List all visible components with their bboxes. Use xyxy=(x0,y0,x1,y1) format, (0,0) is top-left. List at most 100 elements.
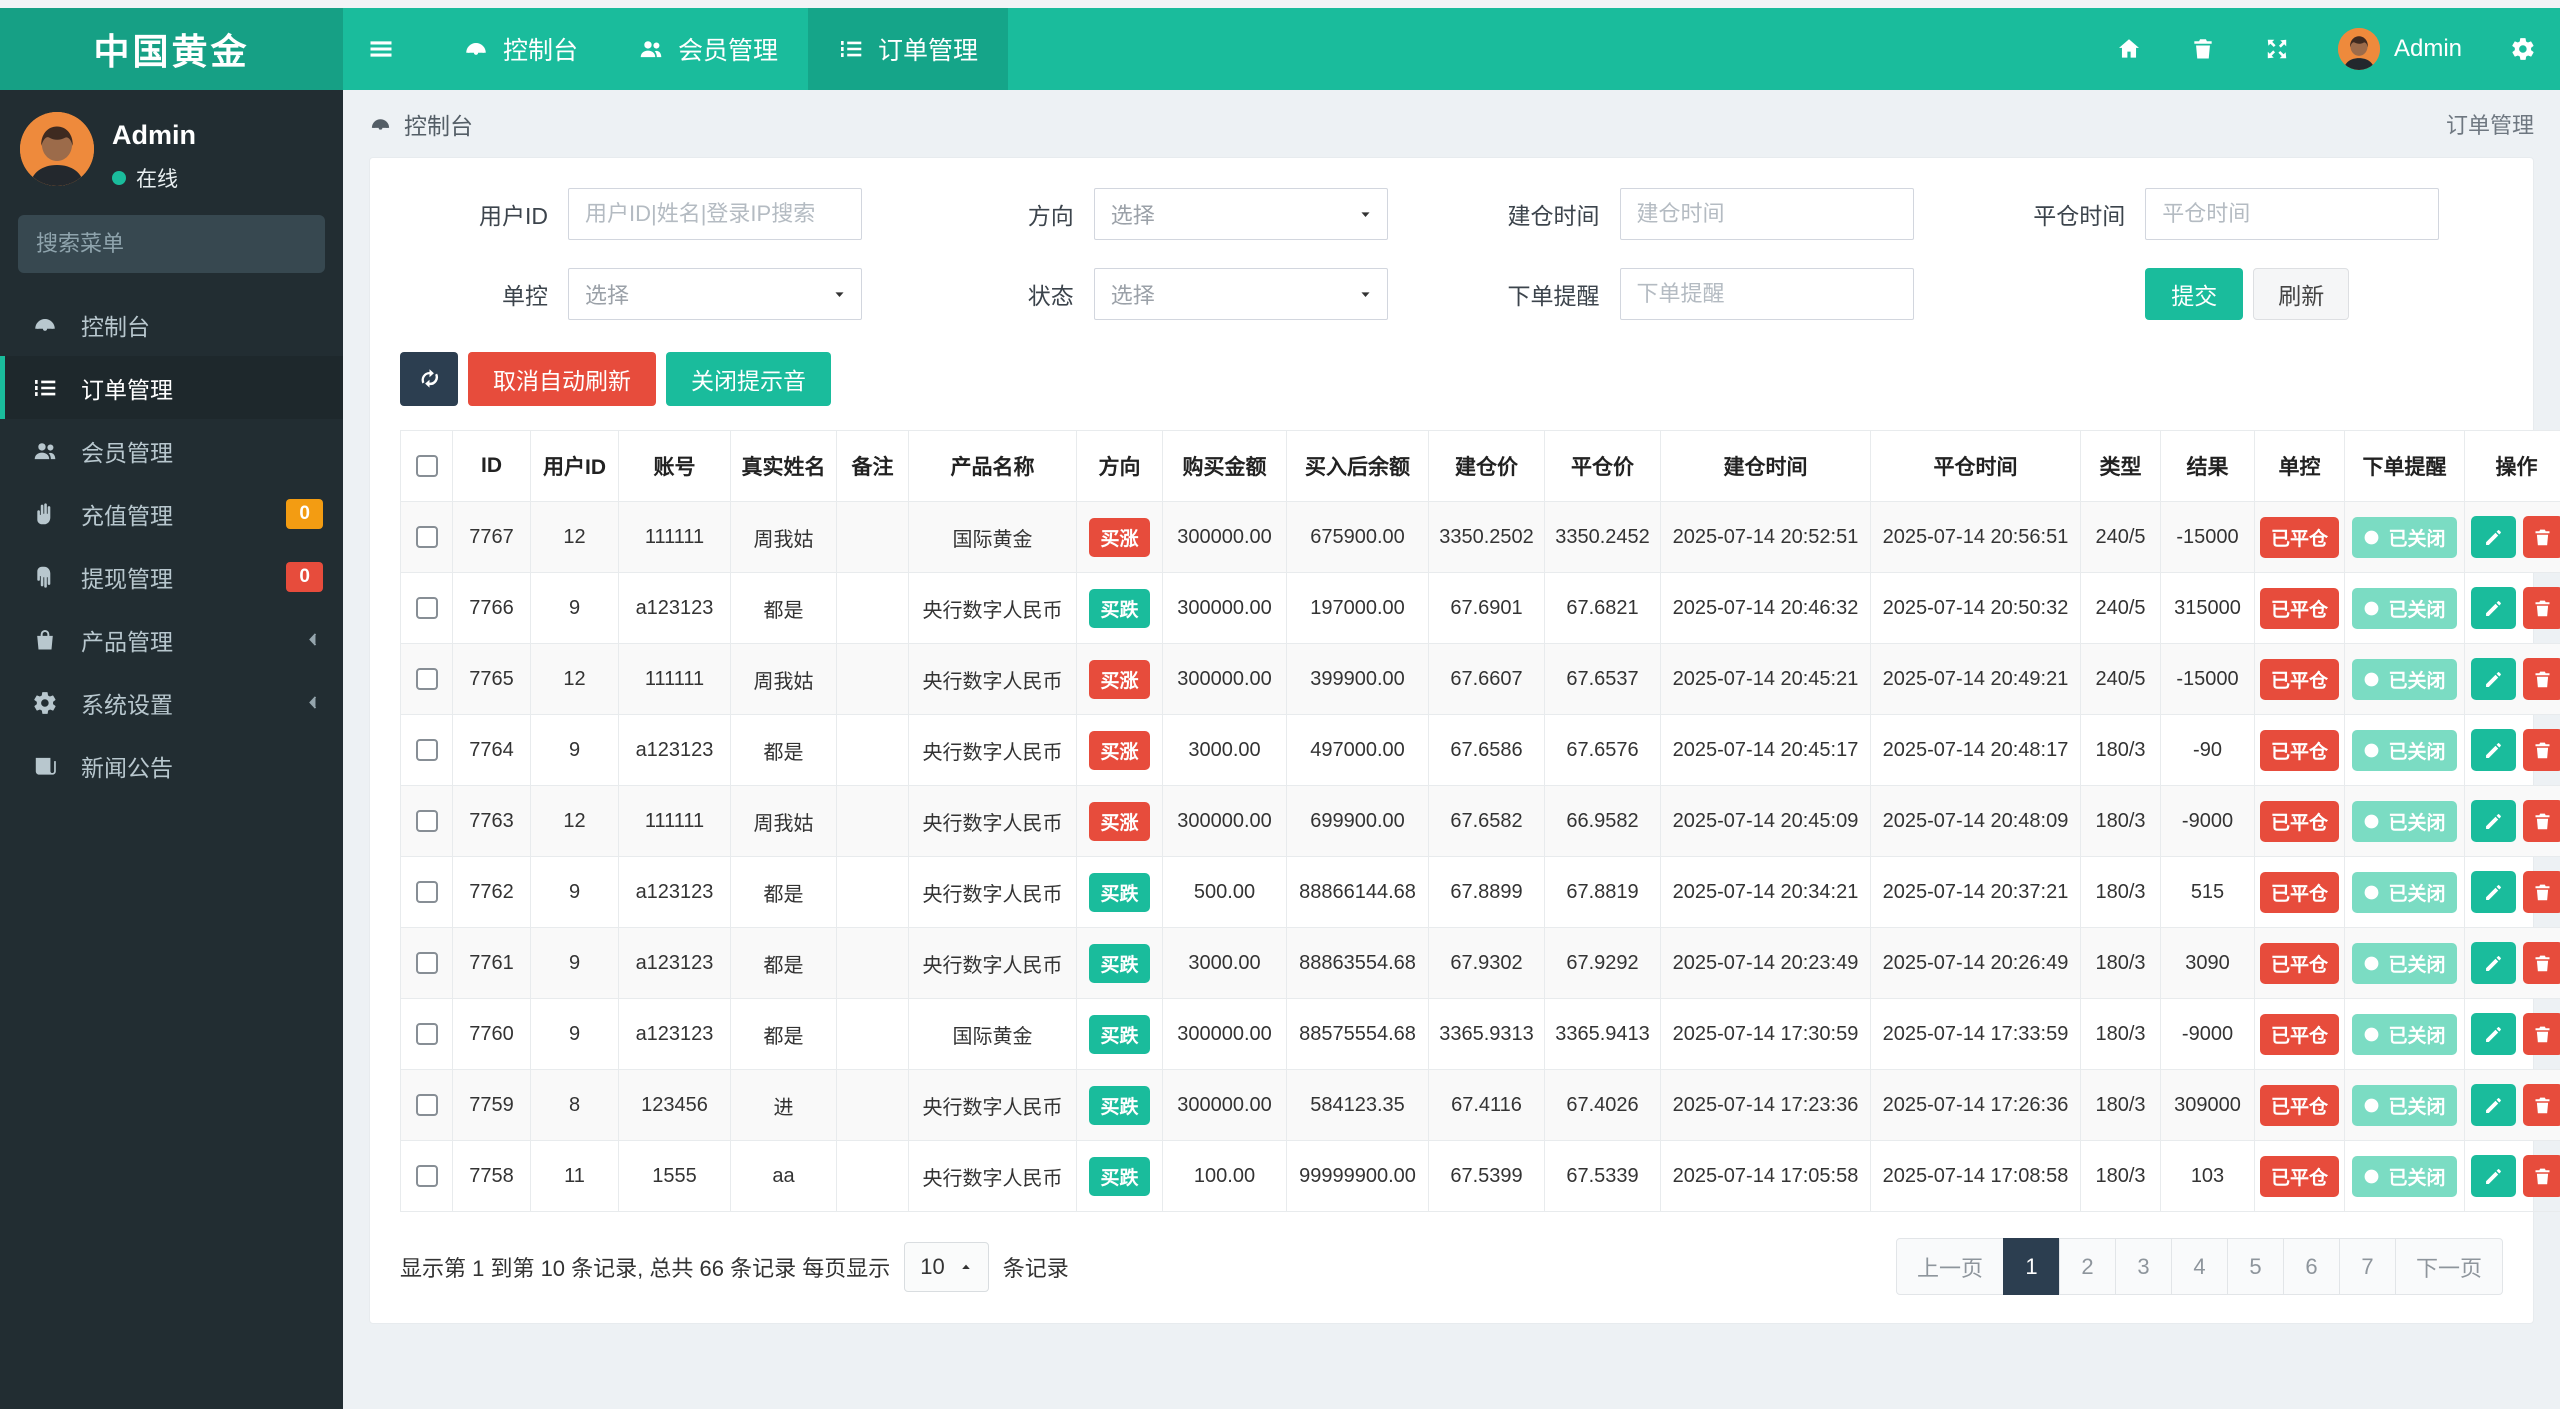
delete-order-button[interactable] xyxy=(2522,1155,2560,1197)
close-time-input[interactable] xyxy=(2145,188,2440,240)
delete-order-button[interactable] xyxy=(2522,729,2560,771)
cell-close-time: 2025-07-14 20:56:51 xyxy=(1870,501,2081,573)
fullscreen-button[interactable] xyxy=(2240,8,2314,90)
row-checkbox[interactable] xyxy=(415,739,438,762)
edit-order-button[interactable] xyxy=(2470,516,2516,558)
cell-amount: 3000.00 xyxy=(1162,927,1287,999)
pencil-icon xyxy=(2483,740,2504,761)
edit-order-button[interactable] xyxy=(2470,871,2516,913)
pagination-page-6[interactable]: 6 xyxy=(2282,1238,2340,1295)
sidebar-item-withdraw[interactable]: 提现管理 0 xyxy=(0,545,343,608)
ban-circle-icon xyxy=(2363,1026,2380,1043)
sidebar-item-news[interactable]: 新闻公告 xyxy=(0,734,343,797)
sidebar-search-input[interactable] xyxy=(18,215,325,273)
pagination-prev[interactable]: 上一页 xyxy=(1895,1238,2004,1295)
page-size-select[interactable]: 10 xyxy=(904,1241,989,1292)
pagination-page-7[interactable]: 7 xyxy=(2338,1238,2396,1295)
delete-order-button[interactable] xyxy=(2522,587,2560,629)
edit-order-button[interactable] xyxy=(2470,658,2516,700)
cell-balance-after: 497000.00 xyxy=(1286,714,1429,786)
delete-order-button[interactable] xyxy=(2522,871,2560,913)
cell-note xyxy=(836,785,909,857)
column-header: 备注 xyxy=(836,430,909,502)
order-alert-input[interactable] xyxy=(1619,268,1914,320)
delete-order-button[interactable] xyxy=(2522,1084,2560,1126)
submit-button[interactable]: 提交 xyxy=(2145,268,2244,320)
row-checkbox[interactable] xyxy=(415,1023,438,1046)
topnav-tab-console[interactable]: 控制台 xyxy=(433,8,608,90)
cell-id: 7762 xyxy=(452,856,531,928)
trash-button[interactable] xyxy=(2166,8,2240,90)
sidebar-item-products[interactable]: 产品管理 xyxy=(0,608,343,671)
user-menu[interactable]: Admin xyxy=(2314,8,2486,90)
sidebar-toggle-button[interactable] xyxy=(343,8,419,90)
breadcrumb-label: 控制台 xyxy=(404,113,473,139)
ban-circle-icon xyxy=(2363,955,2380,972)
sidebar-item-orders[interactable]: 订单管理 xyxy=(0,356,343,419)
cell-open-time: 2025-07-14 20:45:09 xyxy=(1660,785,1871,857)
row-checkbox[interactable] xyxy=(415,526,438,549)
column-header: 方向 xyxy=(1076,430,1163,502)
sidebar-user-status[interactable]: 在线 xyxy=(112,163,196,193)
control-badge: 已平仓 xyxy=(2259,587,2339,629)
open-time-input[interactable] xyxy=(1619,188,1914,240)
cell-type: 180/3 xyxy=(2080,1069,2161,1141)
order-row-7765: 7765 12 111111 周我姑 央行数字人民币 买涨 300000.00 399900.… xyxy=(400,643,2560,715)
home-button[interactable] xyxy=(2092,8,2166,90)
cell-account: 123456 xyxy=(618,1069,731,1141)
ban-circle-icon xyxy=(2363,884,2380,901)
cell-type: 240/5 xyxy=(2080,572,2161,644)
pagination-page-4[interactable]: 4 xyxy=(2170,1238,2228,1295)
sidebar-item-members[interactable]: 会员管理 xyxy=(0,419,343,482)
delete-order-button[interactable] xyxy=(2522,516,2560,558)
cancel-auto-refresh-button[interactable]: 取消自动刷新 xyxy=(468,352,656,406)
edit-order-button[interactable] xyxy=(2470,1013,2516,1055)
reload-table-button[interactable] xyxy=(400,352,458,406)
topnav-tab-orders[interactable]: 订单管理 xyxy=(808,8,1009,90)
sidebar-item-console[interactable]: 控制台 xyxy=(0,293,343,356)
list-icon xyxy=(29,375,61,401)
status-select[interactable]: 选择 xyxy=(1093,268,1388,320)
edit-order-button[interactable] xyxy=(2470,800,2516,842)
row-checkbox[interactable] xyxy=(415,597,438,620)
cell-control: 已平仓 xyxy=(2254,714,2345,786)
refresh-button[interactable]: 刷新 xyxy=(2253,268,2350,320)
row-checkbox[interactable] xyxy=(415,952,438,975)
sidebar-item-settings[interactable]: 系统设置 xyxy=(0,671,343,734)
cell-direction: 买跌 xyxy=(1076,856,1163,928)
settings-button[interactable] xyxy=(2486,8,2560,90)
delete-order-button[interactable] xyxy=(2522,1013,2560,1055)
pagination-page-5[interactable]: 5 xyxy=(2226,1238,2284,1295)
cell-control: 已平仓 xyxy=(2254,501,2345,573)
edit-order-button[interactable] xyxy=(2470,1155,2516,1197)
brand-logo[interactable]: 中国黄金 xyxy=(0,8,343,90)
pagination-page-2[interactable]: 2 xyxy=(2058,1238,2116,1295)
direction-select[interactable]: 选择 xyxy=(1093,188,1388,240)
row-checkbox[interactable] xyxy=(415,668,438,691)
sidebar-item-recharge[interactable]: 充值管理 0 xyxy=(0,482,343,545)
select-all-checkbox[interactable] xyxy=(415,455,438,478)
control-select[interactable]: 选择 xyxy=(568,268,862,320)
ban-circle-icon xyxy=(2363,671,2380,688)
edit-order-button[interactable] xyxy=(2470,1084,2516,1126)
edit-order-button[interactable] xyxy=(2470,942,2516,984)
row-checkbox[interactable] xyxy=(415,1165,438,1188)
column-header: 类型 xyxy=(2080,430,2161,502)
delete-order-button[interactable] xyxy=(2522,800,2560,842)
mute-sound-button[interactable]: 关闭提示音 xyxy=(666,352,831,406)
delete-order-button[interactable] xyxy=(2522,942,2560,984)
cell-result: -9000 xyxy=(2160,785,2255,857)
delete-order-button[interactable] xyxy=(2522,658,2560,700)
edit-order-button[interactable] xyxy=(2470,729,2516,771)
pagination-page-3[interactable]: 3 xyxy=(2114,1238,2172,1295)
topnav-tab-members[interactable]: 会员管理 xyxy=(608,8,808,90)
edit-order-button[interactable] xyxy=(2470,587,2516,629)
cell-open-price: 67.6901 xyxy=(1428,572,1545,644)
column-header: 买入后余额 xyxy=(1286,430,1429,502)
pagination-next[interactable]: 下一页 xyxy=(2394,1238,2503,1295)
row-checkbox[interactable] xyxy=(415,1094,438,1117)
row-checkbox[interactable] xyxy=(415,881,438,904)
pagination-page-1[interactable]: 1 xyxy=(2002,1238,2060,1295)
user-id-input[interactable] xyxy=(568,188,862,240)
row-checkbox[interactable] xyxy=(415,810,438,833)
